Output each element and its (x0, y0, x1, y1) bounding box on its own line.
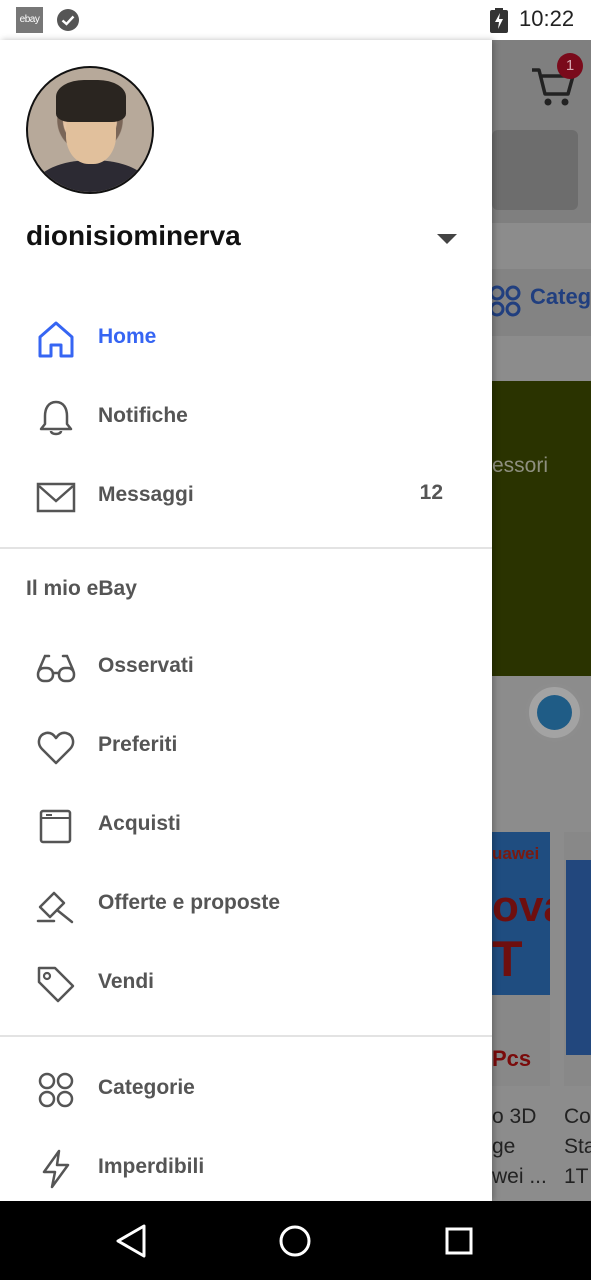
ebay-notification-icon: ebay (16, 7, 43, 33)
product-image-text: Pcs (492, 1046, 532, 1071)
chevron-down-icon[interactable] (436, 232, 458, 246)
home-button-icon[interactable] (275, 1221, 315, 1261)
username[interactable]: dionisiominerva (26, 220, 241, 252)
drawer-item-label: Categorie (98, 1076, 195, 1099)
drawer-item-offerte-e-proposte[interactable]: Offerte e proposte (0, 865, 492, 944)
divider (0, 1035, 492, 1037)
drawer-item-label: Notifiche (98, 404, 188, 427)
mail-icon (36, 482, 76, 513)
status-bar: ebay 10:22 (0, 0, 591, 40)
check-circle-icon (57, 9, 79, 31)
drawer-item-label: Offerte e proposte (98, 891, 281, 914)
system-navigation-bar (0, 1201, 591, 1280)
background-product-card: uawei ova T Pcs (492, 832, 550, 1086)
drawer-item-label: Imperdibili (98, 1155, 205, 1178)
navigation-drawer: dionisiominerva Home Notifiche Messaggi … (0, 40, 492, 1201)
floating-action-button (525, 683, 584, 742)
categories-icon (489, 285, 521, 317)
drawer-item-preferiti[interactable]: Preferiti (0, 707, 492, 786)
drawer-item-categorie[interactable]: Categorie (0, 1050, 492, 1129)
divider (0, 547, 492, 549)
drawer-item-home[interactable]: Home (0, 299, 492, 378)
product-image-text: T (492, 931, 523, 987)
drawer-item-label: Acquisti (98, 812, 181, 835)
lightning-icon (42, 1149, 70, 1189)
drawer-item-label: Preferiti (98, 733, 178, 756)
drawer-item-imperdibili[interactable]: Imperdibili (0, 1129, 492, 1208)
drawer-item-osservati[interactable]: Osservati (0, 628, 492, 707)
purchases-icon (39, 809, 72, 844)
back-icon[interactable] (111, 1221, 151, 1261)
background-banner-text: essori (492, 454, 549, 477)
background-product-card (564, 832, 591, 1086)
product-title: o 3D ge wei ... (492, 1105, 547, 1188)
drawer-item-label: Home (98, 325, 157, 348)
drawer-item-label: Osservati (98, 654, 194, 677)
product-title: Co Sta 1T (564, 1105, 591, 1188)
recents-icon[interactable] (439, 1221, 479, 1261)
drawer-item-label: Vendi (98, 970, 155, 993)
battery-charging-icon (490, 8, 508, 33)
status-time: 10:22 (519, 6, 575, 31)
avatar[interactable] (26, 66, 154, 194)
product-image (566, 860, 591, 1055)
drawer-item-vendi[interactable]: Vendi (0, 944, 492, 1023)
drawer-item-label: Messaggi (98, 483, 194, 506)
background-banner (492, 381, 591, 676)
heart-icon (37, 731, 75, 765)
background-categories-label: Categ (530, 284, 591, 309)
product-image-text: uawei (492, 844, 540, 863)
bell-icon (39, 400, 73, 436)
drawer-item-acquisti[interactable]: Acquisti (0, 786, 492, 865)
drawer-item-notifiche[interactable]: Notifiche (0, 378, 492, 457)
message-count-badge: 12 (419, 481, 443, 504)
tag-icon (37, 966, 75, 1003)
my-ebay-section-title: Il mio eBay (26, 577, 137, 600)
gavel-icon (36, 891, 74, 924)
background-search-bar (492, 130, 578, 210)
home-icon (38, 321, 74, 358)
cart-badge: 1 (557, 53, 583, 79)
fab-icon (537, 695, 572, 730)
product-image-text: ova (492, 882, 550, 931)
categories-icon (38, 1072, 74, 1108)
drawer-item-messaggi[interactable]: Messaggi 12 (0, 457, 492, 536)
glasses-icon (36, 654, 76, 683)
